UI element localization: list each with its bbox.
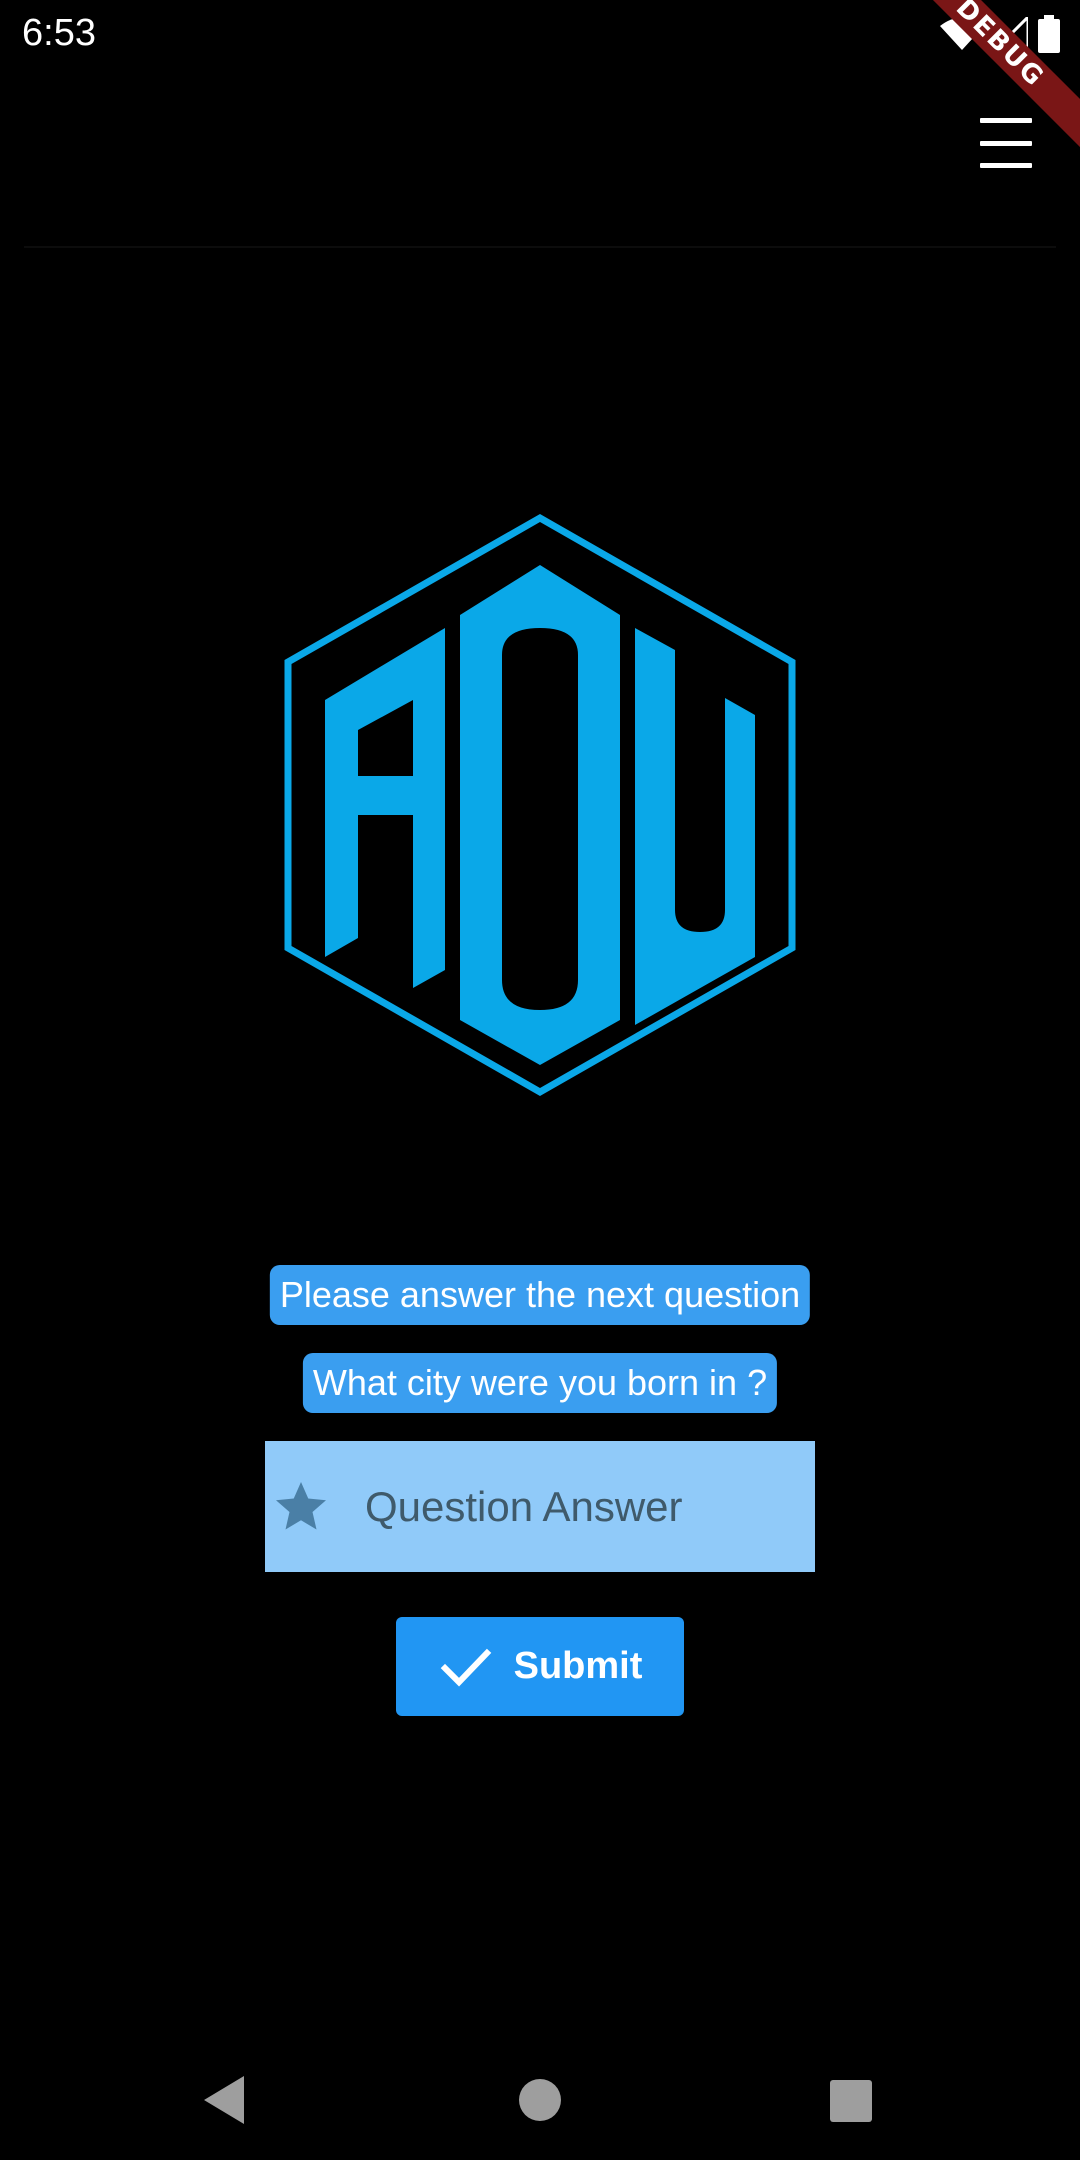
check-icon (440, 1648, 491, 1687)
menu-line (980, 140, 1032, 146)
submit-button[interactable]: Submit (396, 1617, 684, 1716)
menu-line (980, 118, 1032, 123)
hamburger-menu-icon[interactable] (980, 118, 1040, 168)
navigation-bar (0, 2040, 1080, 2150)
menu-line (980, 163, 1032, 168)
status-bar: 6:53 DEBUG (0, 0, 1080, 162)
instruction-label: Please answer the next question (269, 1265, 811, 1325)
submit-label: Submit (513, 1645, 643, 1687)
answer-field[interactable] (265, 1441, 815, 1572)
star-icon (276, 1482, 326, 1530)
battery-icon (1038, 15, 1060, 53)
adu-logo (284, 513, 796, 1097)
home-icon[interactable] (510, 2070, 570, 2130)
header-divider (24, 246, 1056, 248)
answer-input[interactable] (365, 1441, 805, 1572)
back-icon[interactable] (196, 2070, 256, 2130)
recents-icon[interactable] (820, 2070, 880, 2130)
status-time: 6:53 (22, 12, 96, 54)
question-label: What city were you born in ? (302, 1353, 778, 1413)
